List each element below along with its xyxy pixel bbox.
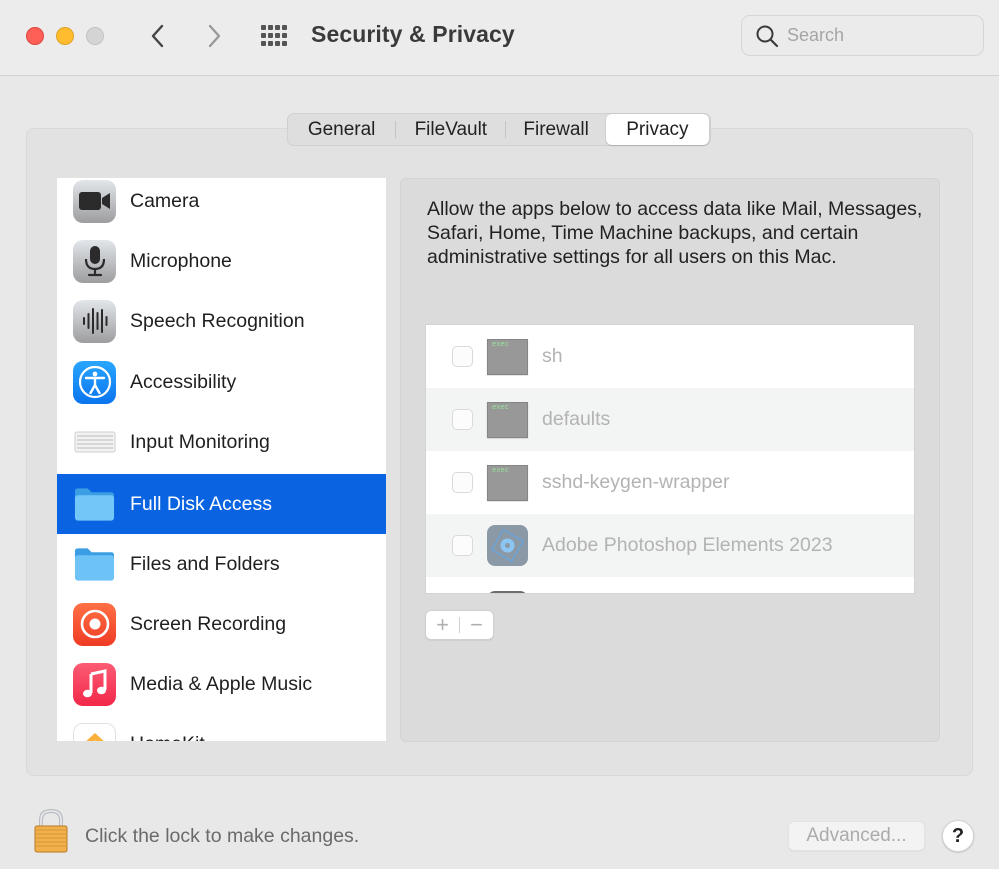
back-button[interactable] bbox=[143, 20, 173, 52]
lock-status-text: Click the lock to make changes. bbox=[85, 825, 360, 847]
sidebar-item-label: Screen Recording bbox=[130, 612, 287, 635]
tab-firewall[interactable]: Firewall bbox=[506, 114, 605, 145]
sidebar-item-label: Media & Apple Music bbox=[130, 672, 313, 695]
sidebar-item-label: Microphone bbox=[130, 249, 232, 272]
sidebar-item-media-apple-music[interactable]: Media & Apple Music bbox=[57, 654, 386, 714]
app-checkbox[interactable] bbox=[452, 472, 473, 493]
sidebar-item-label: Speech Recognition bbox=[130, 309, 305, 332]
screen-record-icon bbox=[73, 602, 116, 646]
add-app-button[interactable]: + bbox=[426, 611, 459, 639]
tab-bar: General FileVault Firewall Privacy bbox=[287, 113, 711, 146]
folder-icon bbox=[73, 483, 116, 526]
camera-icon bbox=[73, 179, 116, 223]
sidebar-item-speech-recognition[interactable]: Speech Recognition bbox=[57, 291, 386, 351]
sidebar-item-label: Files and Folders bbox=[130, 552, 280, 575]
accessibility-icon bbox=[73, 360, 116, 404]
photoshop-elements-icon bbox=[487, 525, 528, 566]
tab-filevault[interactable]: FileVault bbox=[396, 114, 505, 145]
app-list[interactable]: exec sh exec defaults exec sshd-keygen-w… bbox=[425, 324, 915, 594]
app-row-defaults[interactable]: exec defaults bbox=[426, 388, 914, 451]
music-note-icon bbox=[73, 662, 116, 706]
microphone-icon bbox=[73, 239, 116, 283]
sidebar-item-label: Accessibility bbox=[130, 370, 237, 393]
app-name: Adobe Photoshop Elements 2023 bbox=[542, 534, 833, 556]
home-icon bbox=[73, 722, 116, 741]
advanced-button[interactable]: Advanced... bbox=[788, 821, 925, 851]
show-all-button[interactable] bbox=[259, 23, 291, 49]
minimize-button[interactable] bbox=[56, 27, 74, 45]
sidebar-item-label: Full Disk Access bbox=[130, 492, 272, 515]
app-name: defaults bbox=[542, 408, 611, 430]
keyboard-icon bbox=[73, 421, 116, 464]
exec-icon: exec bbox=[487, 401, 528, 438]
waveform-icon bbox=[73, 299, 116, 343]
sidebar-item-label: Camera bbox=[130, 189, 200, 212]
app-row-adobe-photoshop-elements[interactable]: Adobe Photoshop Elements 2023 bbox=[426, 514, 914, 577]
zoom-button[interactable] bbox=[86, 27, 104, 45]
sidebar-item-camera[interactable]: Camera bbox=[57, 178, 386, 231]
lock-button[interactable] bbox=[33, 808, 69, 854]
help-button[interactable]: ? bbox=[942, 820, 974, 852]
search-field[interactable] bbox=[741, 15, 984, 56]
folder-icon bbox=[73, 543, 116, 586]
lock-icon bbox=[34, 808, 68, 853]
app-checkbox[interactable] bbox=[452, 409, 473, 430]
tab-privacy[interactable]: Privacy bbox=[605, 114, 710, 145]
chevron-left-icon bbox=[151, 24, 164, 48]
forward-button[interactable] bbox=[199, 20, 229, 52]
app-name: sh bbox=[542, 345, 563, 367]
remove-app-button[interactable]: − bbox=[460, 611, 493, 639]
sidebar-item-accessibility[interactable]: Accessibility bbox=[57, 352, 386, 412]
sidebar-item-files-and-folders[interactable]: Files and Folders bbox=[57, 534, 386, 594]
close-button[interactable] bbox=[26, 27, 44, 45]
app-checkbox[interactable] bbox=[452, 346, 473, 367]
app-row-sshd-keygen-wrapper[interactable]: exec sshd-keygen-wrapper bbox=[426, 451, 914, 514]
partial-app-icon bbox=[487, 591, 528, 593]
tab-general[interactable]: General bbox=[288, 114, 395, 145]
exec-icon: exec bbox=[487, 464, 528, 501]
search-icon bbox=[756, 25, 779, 47]
sidebar-item-microphone[interactable]: Microphone bbox=[57, 231, 386, 291]
window-title: Security & Privacy bbox=[311, 21, 515, 47]
search-input[interactable] bbox=[787, 25, 967, 46]
title-bar: Security & Privacy bbox=[0, 0, 999, 76]
sidebar-item-label: Input Monitoring bbox=[130, 430, 270, 453]
sidebar-item-homekit[interactable]: HomeKit bbox=[57, 714, 386, 741]
add-remove-control: + − bbox=[425, 610, 494, 640]
app-name: sshd-keygen-wrapper bbox=[542, 471, 730, 493]
exec-icon: exec bbox=[487, 338, 528, 375]
app-row-sh[interactable]: exec sh bbox=[426, 325, 914, 388]
full-disk-access-description: Allow the apps below to access data like… bbox=[427, 198, 923, 268]
sidebar-item-input-monitoring[interactable]: Input Monitoring bbox=[57, 412, 386, 472]
sidebar-item-screen-recording[interactable]: Screen Recording bbox=[57, 594, 386, 654]
sidebar-item-label: HomeKit bbox=[130, 733, 205, 742]
sidebar-item-full-disk-access[interactable]: Full Disk Access bbox=[57, 474, 386, 534]
app-checkbox[interactable] bbox=[452, 535, 473, 556]
chevron-right-icon bbox=[208, 24, 221, 48]
privacy-category-list[interactable]: Camera Microphone Speech Recognition Acc… bbox=[57, 178, 386, 741]
